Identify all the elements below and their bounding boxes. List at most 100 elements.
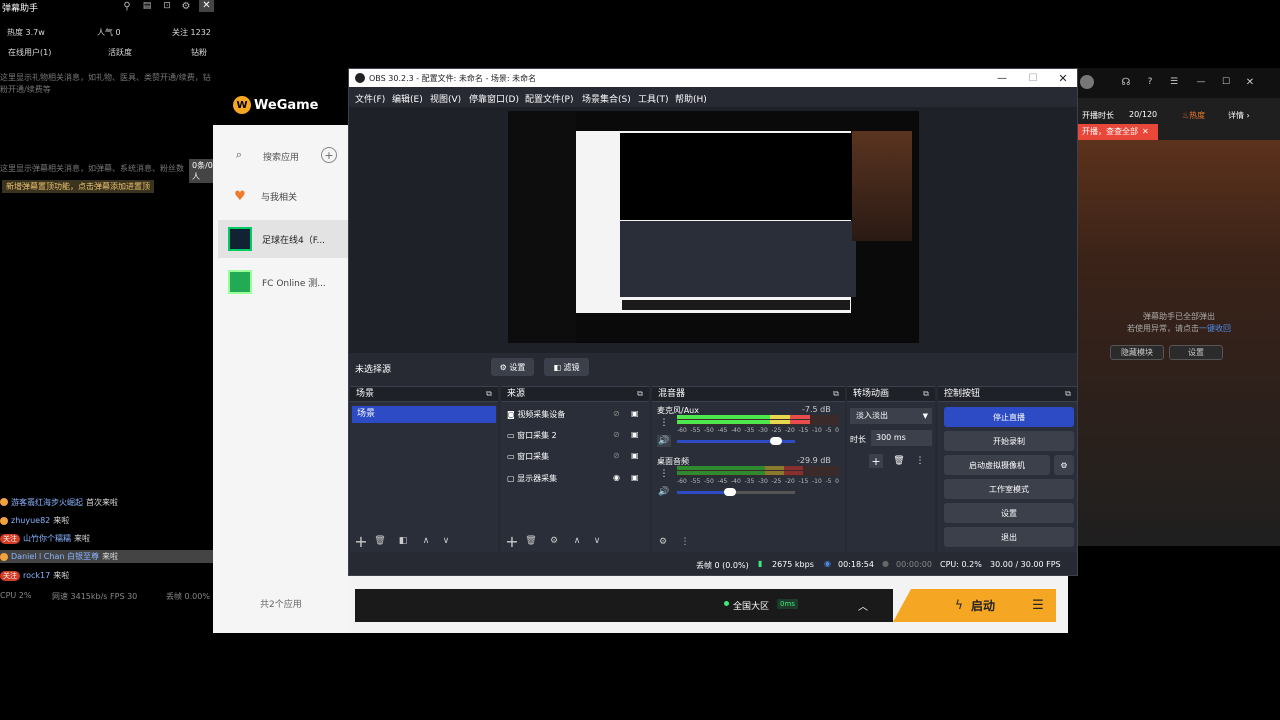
transition-select[interactable]: 淡入淡出 ▼: [850, 408, 932, 424]
volume-slider[interactable]: [677, 488, 795, 496]
undock-icon[interactable]: ⧉: [831, 389, 841, 399]
detail-link[interactable]: 详情 ›: [1228, 110, 1250, 121]
undock-icon[interactable]: ⧉: [1063, 389, 1073, 399]
chevron-up-icon[interactable]: ∧: [571, 535, 583, 547]
menu-profile[interactable]: 配置文件(P): [525, 92, 573, 105]
chevron-up-icon[interactable]: ∧: [420, 535, 432, 547]
minimize-icon[interactable]: —: [995, 71, 1009, 85]
slider-handle[interactable]: [724, 488, 737, 496]
lock-icon[interactable]: ▣: [631, 430, 639, 439]
undock-icon[interactable]: ⧉: [484, 389, 494, 399]
menu-view[interactable]: 视图(V): [430, 92, 461, 105]
trash-icon[interactable]: 🗑: [892, 454, 906, 468]
close-icon[interactable]: ✕: [1142, 124, 1149, 140]
gear-icon[interactable]: ⚙: [180, 0, 192, 12]
menu-icon[interactable]: ☰: [1031, 597, 1045, 613]
eye-icon[interactable]: ◉: [613, 473, 620, 482]
menu-tools[interactable]: 工具(T): [638, 92, 669, 105]
recall-link[interactable]: 一键收回: [1199, 324, 1231, 333]
slider-handle[interactable]: [770, 437, 783, 445]
minimize-icon[interactable]: —: [1195, 76, 1207, 88]
close-icon[interactable]: ✕: [1244, 76, 1256, 88]
gear-icon[interactable]: ⚙: [1054, 455, 1074, 475]
lock-icon[interactable]: ⊡: [161, 0, 173, 12]
headset-icon[interactable]: ☊: [1120, 76, 1132, 88]
monitor-icon: ▢: [507, 474, 515, 483]
volume-slider[interactable]: [677, 437, 795, 445]
search-input[interactable]: 搜索应用: [263, 150, 299, 163]
notice-banner[interactable]: 新增弹幕置顶功能，点击弹幕添加进置顶: [2, 180, 154, 193]
more-icon[interactable]: ⋮: [915, 454, 925, 468]
preview-area[interactable]: [349, 107, 1077, 353]
nested-right: [852, 131, 912, 241]
duration-input[interactable]: 300 ms: [871, 430, 932, 446]
speaker-icon[interactable]: 🔊: [657, 435, 671, 447]
source-item[interactable]: ▢ 显示器采集 ◉ ▣: [507, 473, 647, 487]
menu-scene-collection[interactable]: 场景集合(S): [582, 92, 631, 105]
menu-file[interactable]: 文件(F): [355, 92, 385, 105]
chevron-down-icon[interactable]: ∨: [591, 535, 603, 547]
hide-module-button[interactable]: 隐藏模块: [1110, 345, 1164, 360]
close-icon[interactable]: ✕: [199, 0, 214, 12]
studio-mode-button[interactable]: 工作室模式: [944, 479, 1074, 499]
chevron-up-icon[interactable]: ︿: [857, 598, 869, 613]
scene-item[interactable]: 场景: [352, 406, 496, 423]
maximize-icon[interactable]: ☐: [1026, 71, 1040, 85]
sidebar-item-game2[interactable]: FC Online 测...: [218, 265, 348, 299]
speaker-icon[interactable]: 🔊: [657, 486, 671, 498]
menu-edit[interactable]: 编辑(E): [392, 92, 423, 105]
help-icon[interactable]: ?: [1144, 76, 1156, 88]
pin-icon[interactable]: ⚲: [121, 0, 133, 12]
more-icon[interactable]: ⋮: [660, 468, 669, 480]
trash-icon[interactable]: 🗑: [525, 535, 537, 547]
exit-button[interactable]: 退出: [944, 527, 1074, 547]
source-item[interactable]: ▭ 窗口采集 ⊘ ▣: [507, 451, 647, 465]
settings-button[interactable]: 设置: [1169, 345, 1223, 360]
add-icon[interactable]: +: [869, 454, 883, 468]
source-item[interactable]: ◙ 视频采集设备 ⊘ ▣: [507, 409, 647, 423]
menu-docks[interactable]: 停靠窗口(D): [469, 92, 519, 105]
more-icon[interactable]: ⋮: [660, 417, 669, 429]
list-icon[interactable]: ▤: [141, 0, 153, 12]
sidebar-item-related[interactable]: ♥ 与我相关: [213, 181, 348, 211]
more-icon[interactable]: ⋮: [679, 536, 691, 548]
gear-icon[interactable]: ⚙: [657, 536, 669, 548]
filter-icon[interactable]: ◧: [397, 535, 409, 547]
chevron-down-icon[interactable]: ∨: [440, 535, 452, 547]
lock-icon[interactable]: ▣: [631, 409, 639, 418]
filters-button[interactable]: ◧ 滤镜: [544, 358, 589, 376]
close-icon[interactable]: ✕: [1056, 71, 1070, 85]
lock-icon[interactable]: ▣: [631, 473, 639, 482]
add-icon[interactable]: +: [354, 532, 367, 551]
tab-online-users[interactable]: 在线用户(1): [8, 47, 51, 58]
menu-help[interactable]: 帮助(H): [675, 92, 707, 105]
undock-icon[interactable]: ⧉: [921, 389, 931, 399]
sidebar-item-game1[interactable]: 足球在线4（F...: [218, 220, 348, 258]
tab-diamond-fans[interactable]: 钻粉: [191, 47, 207, 58]
virtual-camera-button[interactable]: 启动虚拟摄像机: [944, 455, 1050, 475]
tab-activity[interactable]: 活跃度: [108, 47, 132, 58]
eye-slash-icon[interactable]: ⊘: [613, 451, 620, 460]
add-icon[interactable]: +: [321, 147, 337, 163]
menu-icon[interactable]: ☰: [1168, 76, 1180, 88]
undock-icon[interactable]: ⧉: [635, 389, 645, 399]
maximize-icon[interactable]: ☐: [1220, 76, 1232, 88]
eye-slash-icon[interactable]: ⊘: [613, 409, 620, 418]
avatar[interactable]: [1080, 75, 1094, 89]
window-icon: ▭: [507, 452, 515, 461]
stop-streaming-button[interactable]: 停止直播: [944, 407, 1074, 427]
start-recording-button[interactable]: 开始录制: [944, 431, 1074, 451]
properties-button[interactable]: ⚙ 设置: [491, 358, 534, 376]
add-icon[interactable]: +: [505, 532, 518, 551]
wegame-header: W WeGame: [213, 68, 348, 125]
banner[interactable]: 开播，查查全部 ✕: [1078, 124, 1158, 140]
start-button[interactable]: ϟ 启动 ☰: [893, 589, 1056, 622]
settings-button[interactable]: 设置: [944, 503, 1074, 523]
count-label: 20/120: [1129, 110, 1158, 119]
gear-icon[interactable]: ⚙: [548, 535, 560, 547]
region-label[interactable]: 全国大区: [733, 599, 769, 612]
trash-icon[interactable]: 🗑: [374, 535, 386, 547]
source-item[interactable]: ▭ 窗口采集 2 ⊘ ▣: [507, 430, 647, 444]
lock-icon[interactable]: ▣: [631, 451, 639, 460]
eye-slash-icon[interactable]: ⊘: [613, 430, 620, 439]
